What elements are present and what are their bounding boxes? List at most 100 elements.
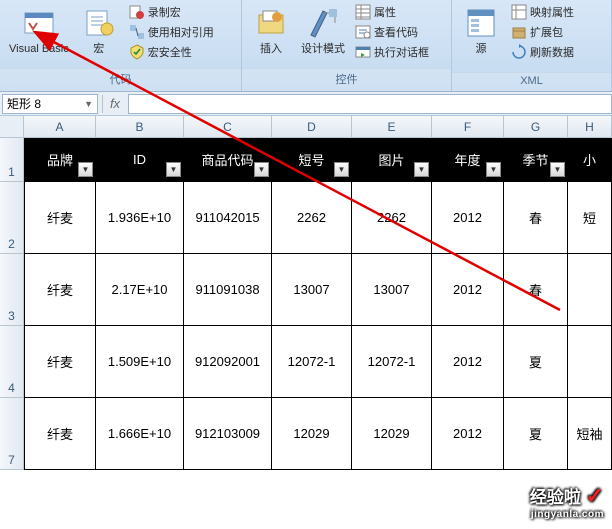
cell[interactable] bbox=[568, 254, 612, 326]
fx-button[interactable]: fx bbox=[105, 94, 125, 114]
group-controls: 插入 设计模式 属性 查看代码 执行对话框 bbox=[242, 0, 452, 91]
group-controls-label: 控件 bbox=[242, 68, 451, 91]
cell[interactable]: 夏 bbox=[504, 326, 568, 398]
properties-button[interactable]: 属性 bbox=[352, 3, 432, 21]
record-macro-button[interactable]: 录制宏 bbox=[126, 3, 217, 21]
cell[interactable]: 911091038 bbox=[184, 254, 272, 326]
header-cell[interactable]: 商品代码▼ bbox=[184, 138, 272, 182]
cell[interactable]: 2012 bbox=[432, 182, 504, 254]
cell[interactable]: 春 bbox=[504, 254, 568, 326]
header-cell[interactable]: 年度▼ bbox=[432, 138, 504, 182]
name-box[interactable]: 矩形 8 ▼ bbox=[2, 94, 98, 114]
ribbon: Visual Basic 宏 录制宏 使用相对引用 宏安全性 bbox=[0, 0, 612, 92]
vb-icon bbox=[23, 7, 55, 39]
table-row: 纤麦 1.936E+10 911042015 2262 2262 2012 春 … bbox=[24, 182, 612, 254]
cell[interactable]: 1.509E+10 bbox=[96, 326, 184, 398]
cell[interactable]: 2012 bbox=[432, 326, 504, 398]
cell[interactable]: 2012 bbox=[432, 398, 504, 470]
header-cell[interactable]: 图片▼ bbox=[352, 138, 432, 182]
col-header[interactable]: A bbox=[24, 116, 96, 138]
group-xml: 源 映射属性 扩展包 刷新数据 XML bbox=[452, 0, 612, 91]
insert-button[interactable]: 插入 bbox=[246, 3, 296, 68]
run-dialog-button[interactable]: 执行对话框 bbox=[352, 43, 432, 61]
cell[interactable]: 纤麦 bbox=[24, 182, 96, 254]
col-header[interactable]: B bbox=[96, 116, 184, 138]
relative-ref-button[interactable]: 使用相对引用 bbox=[126, 23, 217, 41]
cell[interactable]: 911042015 bbox=[184, 182, 272, 254]
cell[interactable]: 2.17E+10 bbox=[96, 254, 184, 326]
row-header[interactable]: 3 bbox=[0, 254, 24, 326]
column-headers: A B C D E F G H bbox=[24, 116, 612, 138]
cell[interactable]: 春 bbox=[504, 182, 568, 254]
table-header-row: 品牌▼ ID▼ 商品代码▼ 短号▼ 图片▼ 年度▼ 季节▼ 小 bbox=[24, 138, 612, 182]
rundialog-icon bbox=[355, 44, 371, 60]
cells: 品牌▼ ID▼ 商品代码▼ 短号▼ 图片▼ 年度▼ 季节▼ 小 纤麦 1.936… bbox=[24, 138, 612, 470]
filter-dropdown-icon[interactable]: ▼ bbox=[550, 162, 565, 177]
table-row: 纤麦 1.666E+10 912103009 12029 12029 2012 … bbox=[24, 398, 612, 470]
properties-icon bbox=[355, 4, 371, 20]
cell[interactable]: 12029 bbox=[272, 398, 352, 470]
header-cell[interactable]: 品牌▼ bbox=[24, 138, 96, 182]
col-header[interactable]: D bbox=[272, 116, 352, 138]
cell[interactable]: 12072-1 bbox=[352, 326, 432, 398]
cell[interactable]: 夏 bbox=[504, 398, 568, 470]
row-header[interactable]: 2 bbox=[0, 182, 24, 254]
cell[interactable]: 纤麦 bbox=[24, 398, 96, 470]
source-button[interactable]: 源 bbox=[456, 3, 506, 72]
cell[interactable]: 2262 bbox=[352, 182, 432, 254]
macro-security-button[interactable]: 宏安全性 bbox=[126, 43, 217, 61]
mapprop-icon bbox=[511, 4, 527, 20]
refresh-data-button[interactable]: 刷新数据 bbox=[508, 43, 577, 61]
row-header[interactable]: 1 bbox=[0, 138, 24, 182]
header-cell[interactable]: ID▼ bbox=[96, 138, 184, 182]
map-properties-button[interactable]: 映射属性 bbox=[508, 3, 577, 21]
cell[interactable]: 2262 bbox=[272, 182, 352, 254]
filter-dropdown-icon[interactable]: ▼ bbox=[334, 162, 349, 177]
cell[interactable]: 2012 bbox=[432, 254, 504, 326]
cell[interactable]: 1.666E+10 bbox=[96, 398, 184, 470]
expansion-pack-button[interactable]: 扩展包 bbox=[508, 23, 577, 41]
cell[interactable]: 纤麦 bbox=[24, 326, 96, 398]
row-headers: 1 2 3 4 7 bbox=[0, 138, 24, 470]
col-header[interactable]: C bbox=[184, 116, 272, 138]
formula-input[interactable] bbox=[128, 94, 612, 114]
visual-basic-button[interactable]: Visual Basic bbox=[4, 3, 74, 68]
filter-dropdown-icon[interactable]: ▼ bbox=[166, 162, 181, 177]
cell[interactable] bbox=[568, 326, 612, 398]
cell[interactable]: 12029 bbox=[352, 398, 432, 470]
macro-icon bbox=[83, 7, 115, 39]
cell[interactable]: 13007 bbox=[352, 254, 432, 326]
filter-dropdown-icon[interactable]: ▼ bbox=[78, 162, 93, 177]
header-cell[interactable]: 短号▼ bbox=[272, 138, 352, 182]
col-header[interactable]: H bbox=[568, 116, 612, 138]
cell[interactable]: 912092001 bbox=[184, 326, 272, 398]
source-icon bbox=[465, 7, 497, 39]
cell[interactable]: 短 bbox=[568, 182, 612, 254]
cell[interactable]: 短袖 bbox=[568, 398, 612, 470]
header-cell[interactable]: 季节▼ bbox=[504, 138, 568, 182]
row-header[interactable]: 4 bbox=[0, 326, 24, 398]
select-all-corner[interactable] bbox=[0, 116, 24, 138]
formula-bar: 矩形 8 ▼ fx bbox=[0, 92, 612, 116]
cell[interactable]: 1.936E+10 bbox=[96, 182, 184, 254]
col-header[interactable]: E bbox=[352, 116, 432, 138]
view-code-button[interactable]: 查看代码 bbox=[352, 23, 432, 41]
filter-dropdown-icon[interactable]: ▼ bbox=[254, 162, 269, 177]
relative-icon bbox=[129, 24, 145, 40]
cell[interactable]: 13007 bbox=[272, 254, 352, 326]
macro-button[interactable]: 宏 bbox=[74, 3, 124, 68]
design-mode-button[interactable]: 设计模式 bbox=[296, 3, 350, 68]
expand-icon bbox=[511, 24, 527, 40]
group-code: Visual Basic 宏 录制宏 使用相对引用 宏安全性 bbox=[0, 0, 242, 91]
cell[interactable]: 纤麦 bbox=[24, 254, 96, 326]
col-header[interactable]: G bbox=[504, 116, 568, 138]
header-cell[interactable]: 小 bbox=[568, 138, 612, 182]
row-header[interactable]: 7 bbox=[0, 398, 24, 470]
col-header[interactable]: F bbox=[432, 116, 504, 138]
filter-dropdown-icon[interactable]: ▼ bbox=[486, 162, 501, 177]
filter-dropdown-icon[interactable]: ▼ bbox=[414, 162, 429, 177]
cell[interactable]: 912103009 bbox=[184, 398, 272, 470]
name-box-dropdown-icon[interactable]: ▼ bbox=[84, 99, 93, 109]
cell[interactable]: 12072-1 bbox=[272, 326, 352, 398]
check-icon: ✓ bbox=[586, 483, 604, 508]
